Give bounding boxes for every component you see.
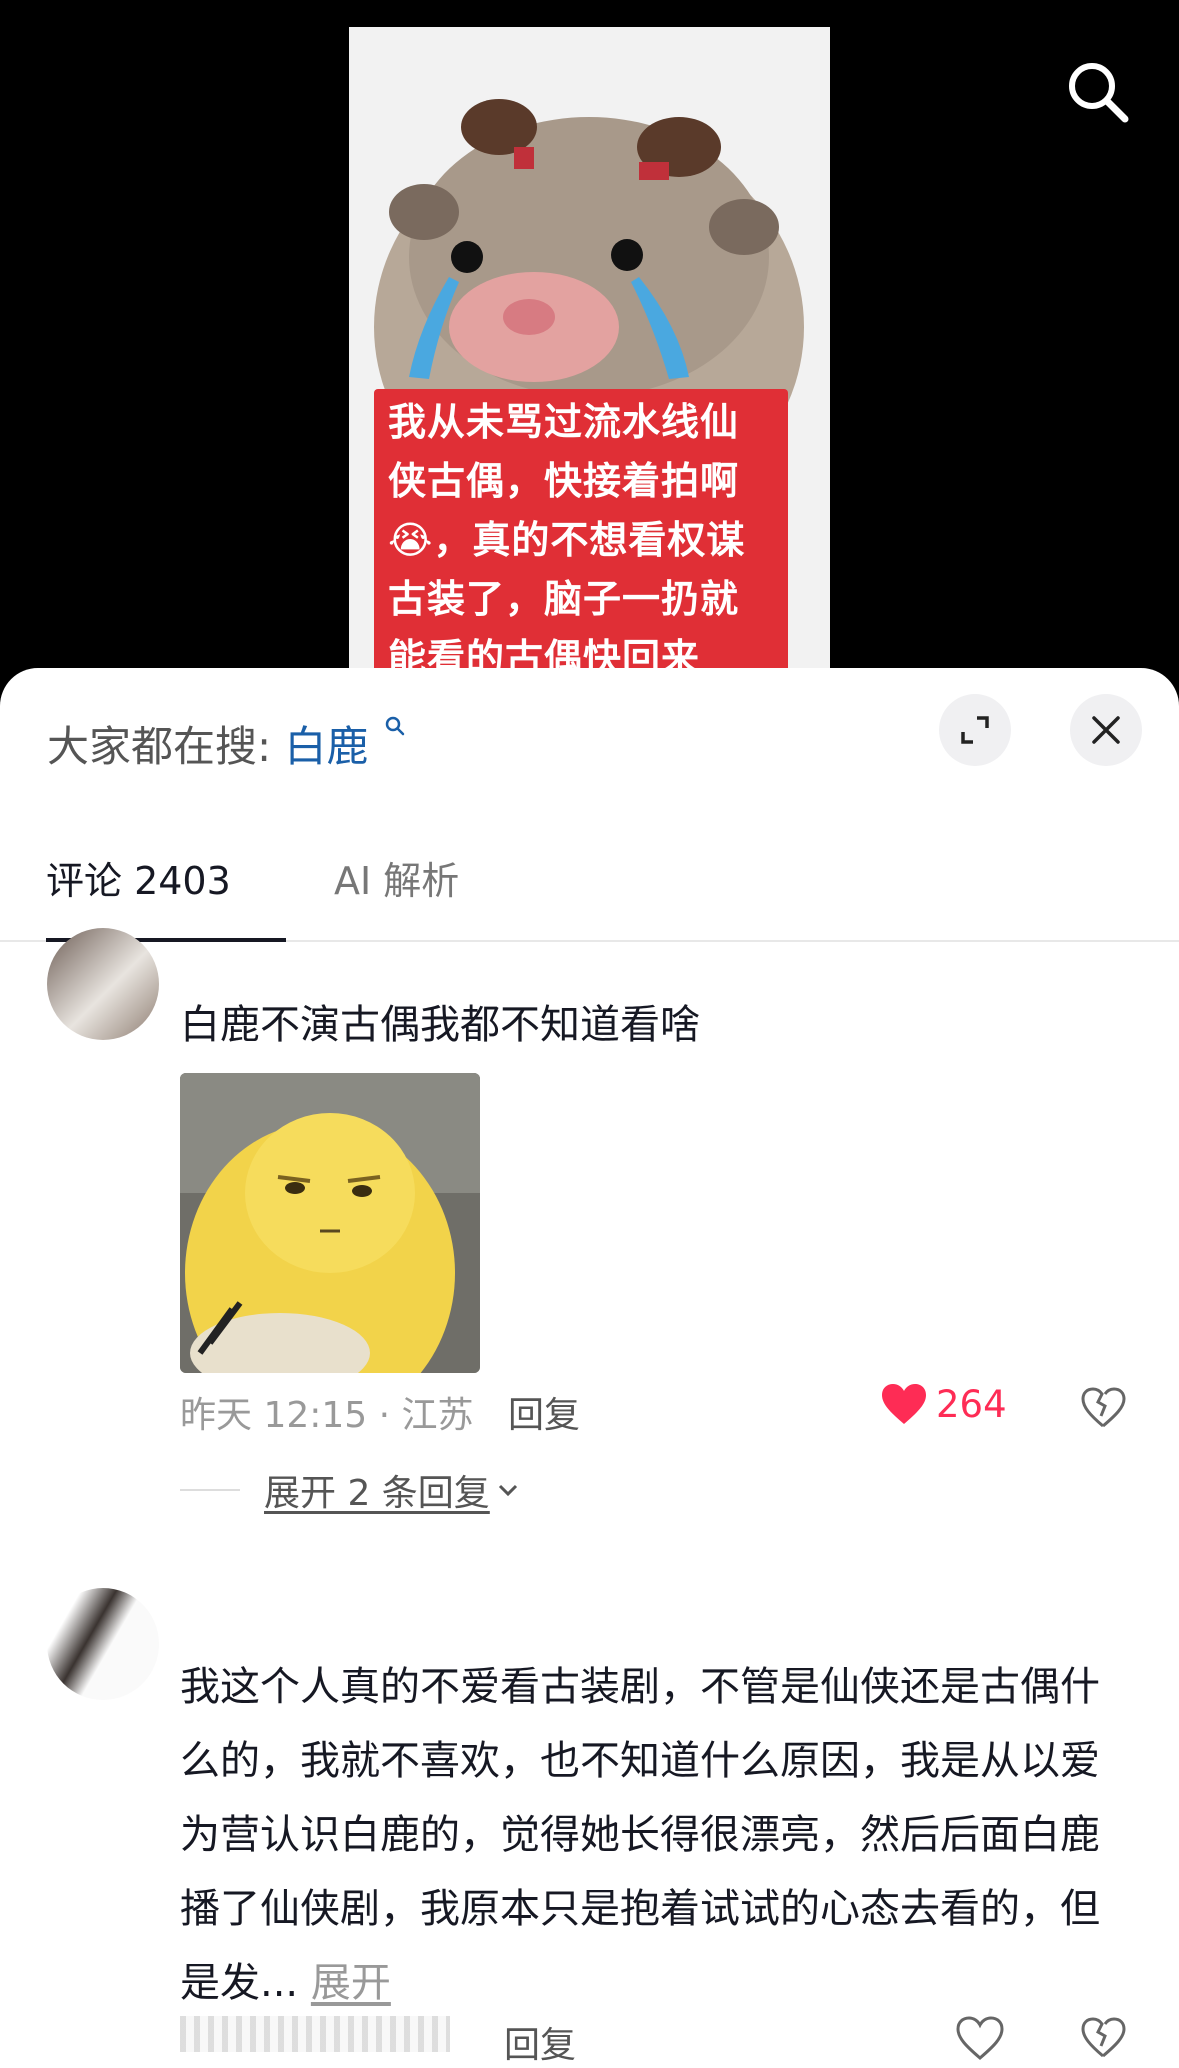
tab-ai-analysis[interactable]: AI 解析 [334,850,459,905]
reply-button[interactable]: 回复 [508,1386,580,1438]
comment-text: 我这个人真的不爱看古装剧，不管是仙侠还是古偶什么的，我就不喜欢，也不知道什么原因… [180,1650,1110,2020]
broken-heart-icon [1081,2017,1126,2058]
chevron-down-icon [498,1484,517,1497]
divider-line [180,1489,240,1491]
like-button[interactable]: 264 [880,1382,1007,1426]
avatar[interactable] [47,1588,159,1700]
like-count: 264 [936,1382,1007,1426]
comment-sticker-image[interactable] [180,1073,480,1373]
fullscreen-button[interactable] [939,694,1011,766]
hot-search-bar[interactable]: 大家都在搜: 白鹿 [47,713,406,774]
expand-comment-link[interactable]: 展开 [311,1960,391,2006]
expand-icon [961,716,989,744]
comment-meta-blurred [180,2016,450,2052]
comment-sheet: 大家都在搜: 白鹿 评论 2403 AI 解析 白鹿不演古偶我都不知道看啥 昨天… [0,668,1179,2068]
search-icon [1069,63,1129,123]
broken-heart-icon [1081,1387,1126,1428]
search-button[interactable] [1062,56,1132,126]
dislike-button[interactable] [1080,1386,1126,1432]
video-player[interactable]: 我从未骂过流水线仙侠古偶，快接着拍啊😭，真的不想看权谋古装了，脑子一扔就能看的古… [0,0,1179,690]
tab-comments[interactable]: 评论 2403 [46,850,231,905]
like-button[interactable] [956,2016,1004,2064]
dislike-button[interactable] [1080,2016,1126,2062]
heart-outline-icon [956,2016,1004,2060]
close-button[interactable] [1070,694,1142,766]
hot-search-keyword[interactable]: 白鹿 [285,722,369,771]
comment-meta: 昨天 12:15 · 江苏 [180,1395,474,1436]
comment-body: 我这个人真的不爱看古装剧，不管是仙侠还是古偶什么的，我就不喜欢，也不知道什么原因… [180,1664,1100,2006]
video-caption: 我从未骂过流水线仙侠古偶，快接着拍啊😭，真的不想看权谋古装了，脑子一扔就能看的古… [374,389,788,677]
expand-replies-label: 展开 2 条回复 [264,1473,490,1514]
comment-text: 白鹿不演古偶我都不知道看啥 [180,1002,700,1048]
avatar[interactable] [47,928,159,1040]
video-frame: 我从未骂过流水线仙侠古偶，快接着拍啊😭，真的不想看权谋古装了，脑子一扔就能看的古… [349,27,830,677]
heart-filled-icon [882,1384,926,1424]
yellow-creature-sticker [180,1073,480,1373]
small-search-icon [385,716,405,736]
reply-button[interactable]: 回复 [504,2016,576,2068]
expand-replies-button[interactable]: 展开 2 条回复 [180,1464,520,1516]
comment-tabs: 评论 2403 AI 解析 [0,838,1179,942]
hot-search-label: 大家都在搜: [47,722,272,771]
close-icon [1092,716,1120,744]
